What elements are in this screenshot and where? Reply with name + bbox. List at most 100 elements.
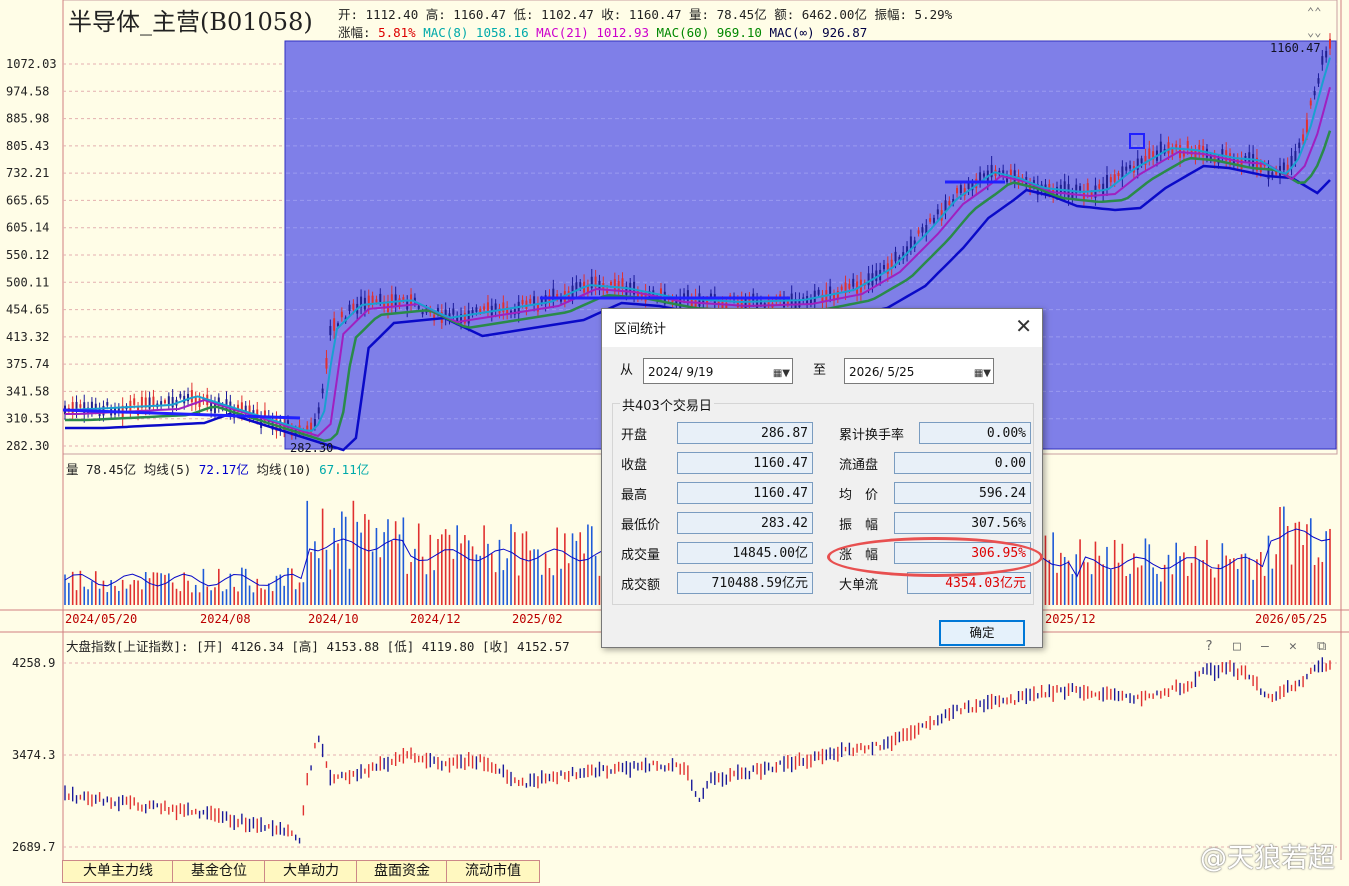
candle-body <box>909 236 912 249</box>
maximize-icon[interactable]: □ <box>1233 639 1241 654</box>
stat-value: 0.00% <box>919 422 1031 444</box>
watermark: @天狼若超 <box>1200 843 1335 874</box>
candle-body <box>959 185 962 194</box>
vol-ma5-label: 均线(5) <box>143 462 199 477</box>
range-stats-dialog: 区间统计 ✕ 从 2024/ 9/19 ▦▼ 至 2026/ 5/25 ▦▼ 共… <box>601 308 1043 648</box>
price-tick-label: 310.53 <box>6 412 49 426</box>
stat-label: 成交量 <box>621 548 661 563</box>
mac60-value: MAC(60) 969.10 <box>656 25 762 40</box>
candle-body <box>313 418 316 427</box>
tab-item[interactable]: 大单主力线 <box>62 860 174 883</box>
stat-label: 成交额 <box>621 578 661 593</box>
candle-body <box>410 294 413 305</box>
price-tick-label: 375.74 <box>6 357 49 371</box>
candle-body <box>1221 149 1224 155</box>
candle-body <box>167 396 170 405</box>
change-label: 涨幅: <box>338 25 379 40</box>
stat-value: 306.95% <box>894 542 1031 564</box>
tab-item[interactable]: 大单动力 <box>264 860 358 883</box>
low-price-label: 282.30 <box>290 441 333 455</box>
candle-body <box>371 295 374 304</box>
candle-body <box>325 358 328 369</box>
stat-label: 最低价 <box>621 518 661 533</box>
candle-body <box>790 293 793 305</box>
restore-icon[interactable]: ⧉ <box>1317 639 1326 654</box>
date-tick-label: 2025/02 <box>512 612 563 626</box>
candle-body <box>190 390 193 403</box>
to-date-value: 2026/ 5/25 <box>849 365 915 379</box>
candle-body <box>133 398 136 405</box>
candle-body <box>894 251 897 262</box>
price-tick-label: 1072.03 <box>6 57 57 71</box>
candle-body <box>1294 150 1297 162</box>
from-label: 从 <box>620 363 634 378</box>
stat-label: 流通盘 <box>839 458 879 473</box>
candle-body <box>321 388 324 394</box>
minimize-icon[interactable]: — <box>1261 639 1269 654</box>
stat-label: 最高 <box>621 488 648 503</box>
candle-body <box>171 397 174 408</box>
candle-body <box>1248 152 1251 162</box>
close-icon[interactable]: ✕ <box>1289 639 1297 654</box>
stat-value: 710488.59亿元 <box>677 572 813 594</box>
scroll-up-icon[interactable]: ⌃⌃ <box>1307 5 1321 19</box>
candle-body <box>129 400 132 411</box>
candle-body <box>163 400 166 404</box>
calendar-dropdown-icon[interactable]: ▦▼ <box>974 361 991 387</box>
candle-body <box>340 311 343 318</box>
candle-body <box>840 286 843 291</box>
candle-body <box>1063 181 1066 194</box>
candle-body <box>629 282 632 292</box>
candle-body <box>882 265 885 270</box>
scroll-down-icon[interactable]: ⌄⌄ <box>1307 25 1321 39</box>
ok-button[interactable]: 确定 <box>939 620 1025 646</box>
candle-body <box>390 294 393 307</box>
to-date-picker[interactable]: 2026/ 5/25 ▦▼ <box>844 358 994 384</box>
candle-body <box>848 283 851 289</box>
candle-body <box>348 304 351 311</box>
stat-value: 0.00 <box>894 452 1031 474</box>
stat-label: 开盘 <box>621 428 648 443</box>
tab-item[interactable]: 基金仓位 <box>172 860 266 883</box>
price-tick-label: 454.65 <box>6 303 49 317</box>
candle-body <box>483 306 486 311</box>
mac8-value: MAC(8) 1058.16 <box>423 25 529 40</box>
candle-body <box>1186 140 1189 150</box>
to-label: 至 <box>813 363 827 378</box>
date-tick-label: 2024/08 <box>200 612 251 626</box>
date-tick-label: 2024/12 <box>410 612 461 626</box>
stat-value: 286.87 <box>677 422 813 444</box>
stat-value: 1160.47 <box>677 452 813 474</box>
from-date-picker[interactable]: 2024/ 9/19 ▦▼ <box>643 358 793 384</box>
candle-body <box>352 303 355 310</box>
candle-body <box>982 173 985 177</box>
candle-body <box>886 263 889 274</box>
stat-value: 1160.47 <box>677 482 813 504</box>
tab-item[interactable]: 盘面资金 <box>356 860 448 883</box>
candle-body <box>417 305 420 309</box>
candle-body <box>1148 148 1151 159</box>
date-tick-label: 2024/10 <box>308 612 359 626</box>
candle-body <box>867 273 870 286</box>
candle-body <box>379 293 382 302</box>
candle-body <box>1125 166 1128 171</box>
date-tick-label: 2026/05/25 <box>1255 612 1327 626</box>
price-tick-label: 605.14 <box>6 221 49 235</box>
candle-body <box>1329 38 1331 49</box>
price-tick-label: 282.30 <box>6 439 49 453</box>
price-tick-label: 341.58 <box>6 384 49 398</box>
candle-body <box>1109 177 1112 183</box>
candle-body <box>1140 158 1143 164</box>
candle-body <box>956 188 959 194</box>
candle-body <box>529 298 532 304</box>
vol-ma10-value: 67.11亿 <box>319 462 370 477</box>
candle-body <box>329 325 332 336</box>
help-icon[interactable]: ? <box>1205 639 1213 654</box>
close-icon[interactable]: ✕ <box>1015 314 1032 338</box>
candle-body <box>609 281 612 285</box>
candle-body <box>875 270 878 281</box>
candle-body <box>152 396 155 406</box>
tab-item[interactable]: 流动市值 <box>446 860 540 883</box>
stat-label: 大单流 <box>839 578 879 593</box>
calendar-dropdown-icon[interactable]: ▦▼ <box>773 361 790 387</box>
